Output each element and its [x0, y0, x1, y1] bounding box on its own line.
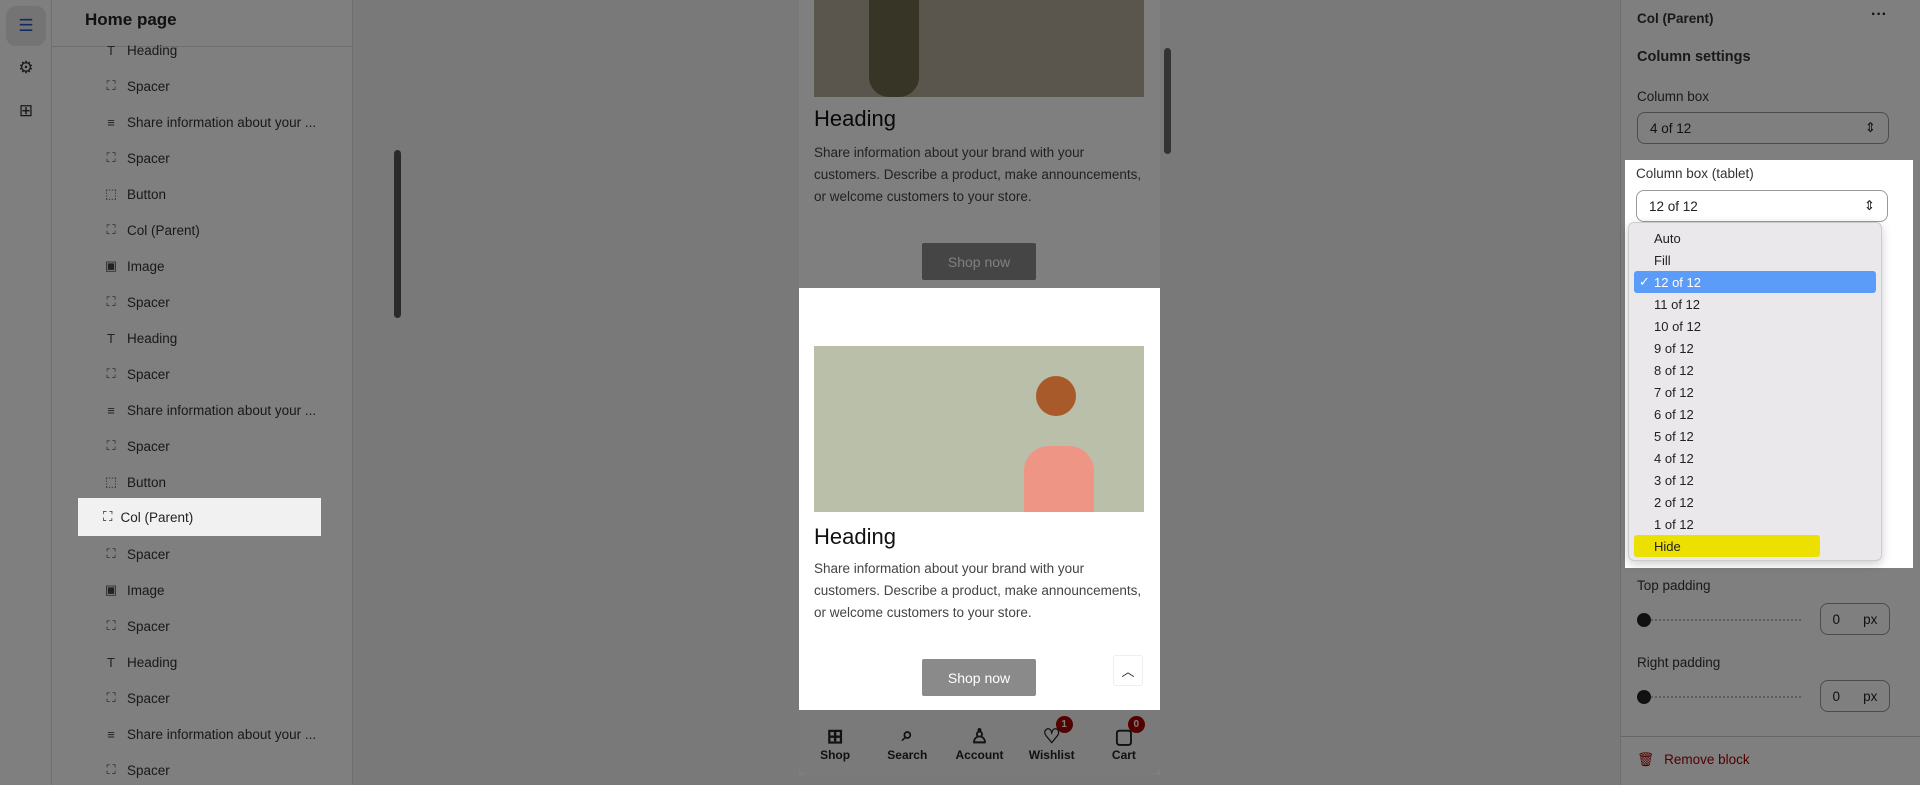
hero-image	[814, 346, 1144, 512]
dropdown-option[interactable]: 1 of 12	[1634, 513, 1876, 535]
spacer-icon: ⛶	[103, 509, 113, 524]
dropdown-menu: AutoFill12 of 1211 of 1210 of 129 of 128…	[1628, 222, 1882, 561]
tablet-column-setting: Column box (tablet) 12 of 12⇕ AutoFill12…	[1625, 160, 1913, 568]
dropdown-option[interactable]: 8 of 12	[1634, 359, 1876, 381]
dropdown-option[interactable]: 10 of 12	[1634, 315, 1876, 337]
highlighted-section: Heading Share information about your bra…	[799, 288, 1160, 710]
dropdown-option[interactable]: 7 of 12	[1634, 381, 1876, 403]
dropdown-option[interactable]: 9 of 12	[1634, 337, 1876, 359]
dropdown-option[interactable]: 6 of 12	[1634, 403, 1876, 425]
chevron-up-icon: ︿	[1121, 664, 1135, 679]
dropdown-option[interactable]: Fill	[1634, 249, 1876, 271]
dropdown-option[interactable]: 5 of 12	[1634, 425, 1876, 447]
tablet-label: Column box (tablet)	[1636, 166, 1754, 181]
dropdown-option[interactable]: 3 of 12	[1634, 469, 1876, 491]
section-text: Share information about your brand with …	[814, 561, 1142, 620]
dropdown-option[interactable]: 12 of 12	[1634, 271, 1876, 293]
sidebar-item-label: Col (Parent)	[120, 509, 194, 525]
chevron-updown-icon: ⇕	[1863, 198, 1875, 213]
dropdown-option[interactable]: 2 of 12	[1634, 491, 1876, 513]
select-value: 12 of 12	[1649, 198, 1698, 214]
dropdown-option[interactable]: Hide	[1634, 535, 1820, 557]
dropdown-option[interactable]: Auto	[1634, 227, 1876, 249]
scroll-to-top-button[interactable]: ︿	[1113, 655, 1143, 686]
dropdown-option[interactable]: 4 of 12	[1634, 447, 1876, 469]
column-box-tablet-select[interactable]: 12 of 12 ⇕	[1636, 190, 1888, 222]
sidebar-item-selected[interactable]: ⛶ Col (Parent)	[78, 498, 321, 536]
dropdown-option[interactable]: 11 of 12	[1634, 293, 1876, 315]
shop-now-button[interactable]: Shop now	[922, 659, 1036, 696]
section-heading: Heading	[814, 524, 896, 549]
